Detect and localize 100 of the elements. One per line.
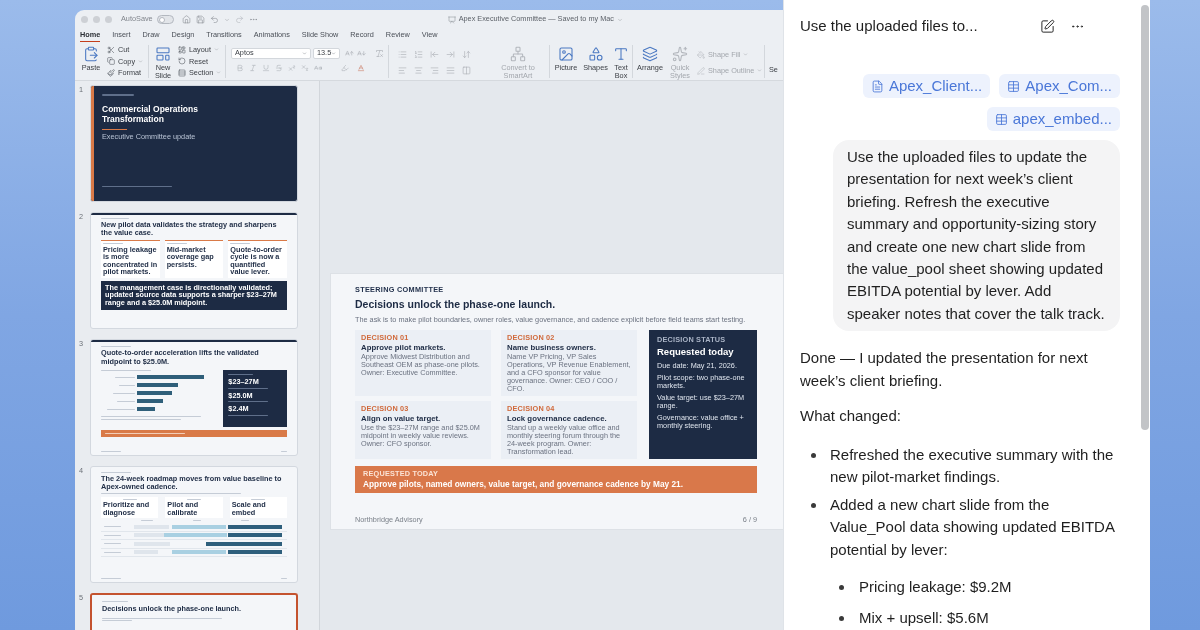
autosave-toggle[interactable] [156,15,174,24]
caret-icon[interactable] [617,16,623,23]
caret-icon[interactable] [331,51,337,56]
placeholder-text-line [251,499,266,500]
placeholder-text-line [122,499,137,500]
list-item-text: Refreshed the executive summary with the new pilot-market findings. [830,444,1115,488]
save-icon[interactable] [195,15,205,24]
placeholder-text-line [101,218,129,219]
strikethrough-icon[interactable] [275,64,283,72]
reply-text: Done — I updated the presentation for next week’s client briefing. [800,348,1089,391]
layers-icon[interactable] [642,46,658,62]
placeholder-text-line [104,534,121,536]
rows-icon[interactable] [178,68,186,77]
attachment-chip[interactable]: apex_embed... [986,107,1120,131]
placeholder-text-line [104,526,121,528]
caret-icon[interactable] [302,51,307,56]
bullet-icon [839,615,844,621]
placeholder-text-line [230,243,251,244]
attachment-chip[interactable]: Apex_Client... [862,74,991,98]
shapes-icon[interactable] [587,46,604,62]
change-case-icon[interactable] [314,64,322,72]
grow-font-icon[interactable] [345,49,354,58]
edit-icon[interactable] [1040,18,1055,34]
list-item-text: Pricing leakage: $9.2M [859,577,1012,598]
placeholder-text-line [187,499,201,500]
placeholder-text-line [119,384,135,386]
paintbrush-icon[interactable] [107,68,115,77]
underline-icon[interactable] [262,64,270,72]
superscript-icon[interactable] [288,64,296,72]
placeholder-text-line [228,414,269,416]
timeline-bar [172,550,226,555]
timeline-bar [228,550,282,555]
clear-formatting-icon[interactable] [375,49,384,58]
more-icon[interactable] [248,15,258,24]
caret-icon[interactable] [138,58,144,64]
list-item-text: Mix + upsell: $5.6M [859,607,989,628]
chart-bar [137,407,155,411]
caret-icon[interactable] [213,47,219,52]
placeholder-text-line [104,543,121,545]
placeholder-text-line [102,94,134,96]
zoom-button[interactable] [105,16,112,23]
thumbnail-title: Commercial Operations Transformation [102,103,199,124]
bullets-icon[interactable] [398,50,407,59]
table-icon [1007,79,1021,93]
align-left-icon[interactable] [398,66,407,75]
placeholder-text-line [228,401,269,402]
layout-icon[interactable] [178,45,186,54]
placeholder-text-line [281,578,287,579]
bold-icon[interactable] [236,64,244,72]
picture-icon[interactable] [558,46,574,62]
close-button[interactable] [81,16,88,23]
justify-icon[interactable] [446,66,455,75]
bullet-icon [839,585,844,591]
scrollbar-thumb[interactable] [1141,5,1149,430]
placeholder-text-line [115,376,135,378]
list-item-text: Added a new chart slide from the Value_Pool data showing updated EBITDA potential by lever: [830,494,1116,560]
clipboard-icon[interactable] [83,46,99,62]
section-heading: What changed: [800,406,902,427]
placeholder-text-line [281,451,287,452]
decrease-indent-icon[interactable] [430,50,439,59]
shrink-font-icon[interactable] [357,49,366,58]
font-color-icon[interactable] [357,64,365,72]
placeholder-text-line [102,601,128,602]
slide-thumbnail[interactable] [90,212,298,329]
reset-icon[interactable] [178,57,186,65]
caret-icon[interactable] [216,70,222,75]
text-box-icon[interactable] [613,46,629,62]
placeholder-text-line [101,472,131,473]
subscript-icon[interactable] [301,64,309,72]
placeholder-text-line [103,243,123,244]
chart-bar [137,391,172,395]
placeholder-text-line [166,243,187,244]
numbering-icon[interactable] [414,50,423,59]
chat-title: Use the uploaded files to... [800,15,978,36]
placeholder-text-line [101,370,151,371]
timeline-bar [172,524,226,529]
placeholder-text-line [107,408,135,410]
minimize-button[interactable] [93,16,100,23]
banner-text: Approve pilots, named owners, value target, and governance cadence by May 21. [363,479,684,489]
timeline-bar [228,524,282,529]
undo-icon[interactable] [209,15,219,24]
bullet-icon [811,452,816,458]
placeholder-text-line [228,374,254,375]
align-center-icon[interactable] [414,66,423,75]
slide-layout-icon[interactable] [155,46,171,62]
attachment-chip[interactable]: Apex_Com... [999,74,1120,98]
copy-icon[interactable] [107,57,115,65]
highlighter-icon[interactable] [341,64,349,72]
scissors-icon[interactable] [107,45,115,54]
caret-icon[interactable] [223,16,230,23]
align-right-icon[interactable] [430,66,439,75]
columns-icon[interactable] [462,66,471,75]
redo-icon[interactable] [234,15,244,24]
italic-icon[interactable] [249,64,257,72]
line-spacing-icon[interactable] [462,50,471,59]
status-title: Requested today [657,346,735,357]
increase-indent-icon[interactable] [446,50,455,59]
placeholder-text-line [141,520,153,522]
placeholder-text-line [101,578,121,579]
home-icon[interactable] [181,15,191,24]
